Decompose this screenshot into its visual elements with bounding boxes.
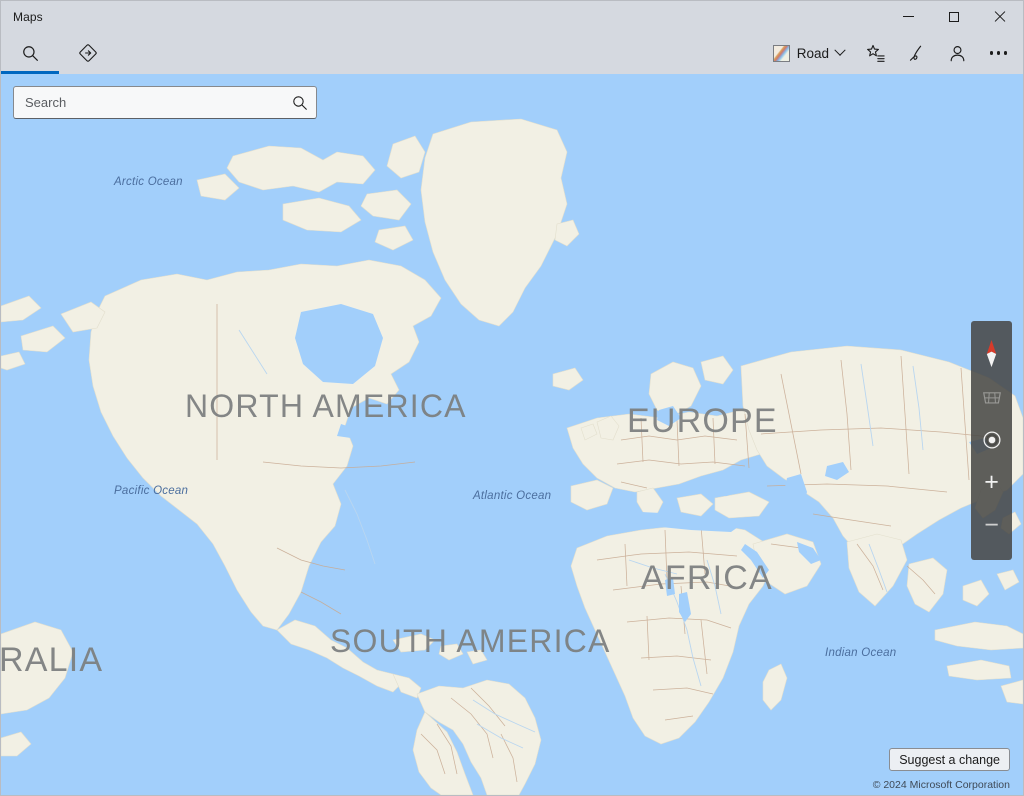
copyright-text: © 2024 Microsoft Corporation	[872, 779, 1010, 791]
ocean-label-atlantic: Atlantic Ocean	[472, 490, 551, 502]
search-box[interactable]	[13, 86, 317, 119]
tilt-3d-button[interactable]	[971, 375, 1012, 418]
minimize-button[interactable]	[885, 1, 931, 32]
continent-label-south-america: SOUTH AMERICA	[330, 623, 611, 659]
command-bar-actions: Road	[762, 32, 1023, 74]
locate-me-button[interactable]	[971, 418, 1012, 461]
tab-directions[interactable]	[59, 32, 117, 74]
app-title: Maps	[13, 9, 43, 24]
map-style-label: Road	[796, 45, 829, 61]
ink-pen-icon	[909, 45, 922, 61]
zoom-out-button[interactable]: −	[971, 504, 1012, 547]
compass-needle-icon	[986, 339, 997, 367]
search-icon	[22, 45, 38, 61]
ocean-label-arctic: Arctic Ocean	[113, 176, 183, 188]
command-bar: Road	[1, 32, 1023, 74]
tab-strip	[1, 32, 117, 74]
map-style-swatch-icon	[772, 44, 790, 62]
maps-app-window: Maps Road Arctic Ocean Pacific Ocean Atl…	[0, 0, 1024, 796]
continent-label-australia: RALIA	[1, 641, 103, 679]
ink-button[interactable]	[896, 32, 937, 74]
tab-search[interactable]	[1, 32, 59, 74]
location-target-icon	[982, 430, 1001, 449]
more-icon	[989, 51, 1008, 55]
zoom-in-button[interactable]: +	[971, 461, 1012, 504]
maximize-icon	[949, 11, 959, 22]
favorites-icon	[867, 44, 885, 62]
close-button[interactable]	[977, 1, 1023, 32]
account-button[interactable]	[937, 32, 978, 74]
continent-label-north-america: NORTH AMERICA	[185, 388, 467, 424]
ocean-label-pacific: Pacific Ocean	[114, 485, 188, 497]
zoom-in-label: +	[984, 468, 999, 496]
directions-icon	[79, 44, 97, 62]
map-style-button[interactable]: Road	[762, 32, 855, 74]
continent-label-africa: AFRICA	[641, 559, 773, 597]
more-button[interactable]	[978, 32, 1019, 74]
continent-label-europe: EUROPE	[627, 402, 778, 440]
maximize-button[interactable]	[931, 1, 977, 32]
suggest-a-change-button[interactable]: Suggest a change	[889, 748, 1010, 771]
window-controls	[885, 1, 1023, 32]
compass-button[interactable]	[971, 332, 1012, 375]
ocean-label-indian: Indian Ocean	[825, 647, 896, 659]
world-map-graphic: .land { fill:#f2f0e4; stroke:#e3dfcd; st…	[1, 74, 1023, 795]
close-icon	[994, 11, 1006, 23]
search-input[interactable]	[14, 87, 284, 118]
map-canvas[interactable]: .land { fill:#f2f0e4; stroke:#e3dfcd; st…	[1, 74, 1023, 795]
title-bar: Maps	[1, 1, 1023, 32]
account-icon	[950, 45, 965, 61]
search-submit-button[interactable]	[284, 87, 316, 118]
city-3d-icon	[982, 392, 1001, 404]
search-icon	[293, 95, 307, 110]
favorites-button[interactable]	[855, 32, 896, 74]
minimize-icon	[902, 16, 914, 17]
chevron-down-icon	[834, 44, 846, 56]
zoom-out-label: −	[984, 511, 999, 539]
map-controls-panel: + −	[971, 321, 1012, 560]
